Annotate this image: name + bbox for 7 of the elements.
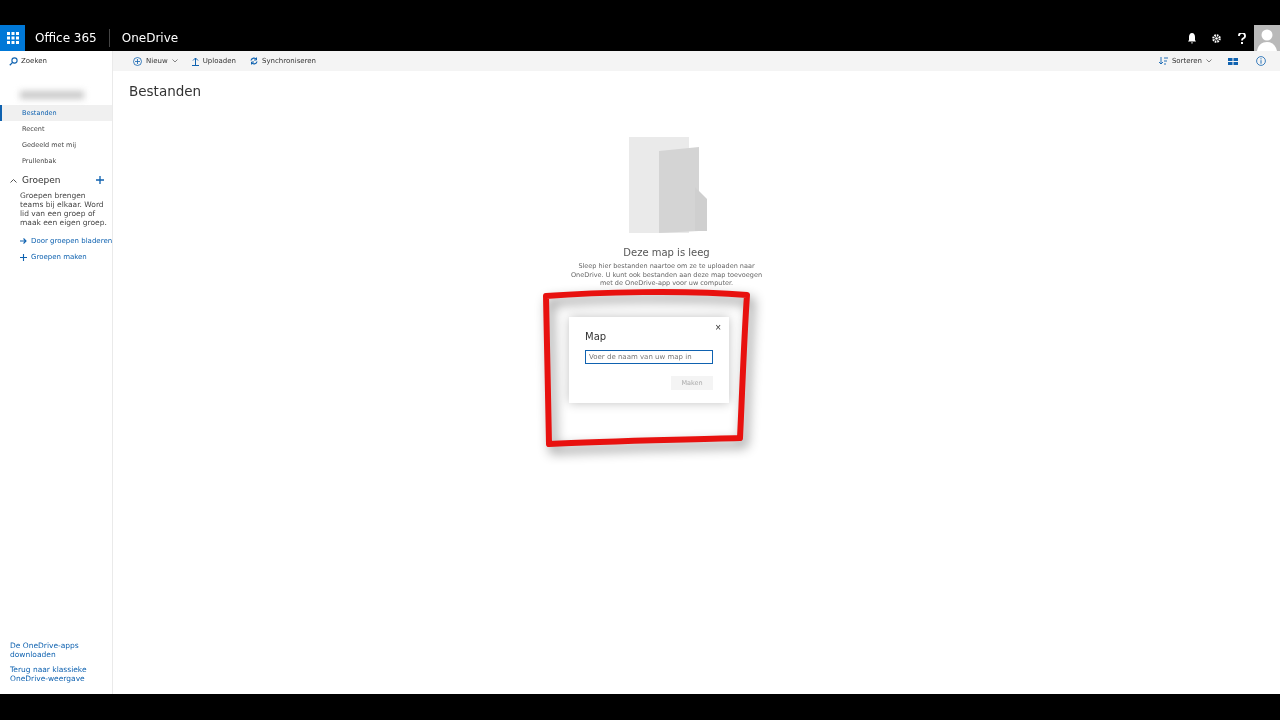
app-title[interactable]: OneDrive [109, 31, 191, 45]
empty-title: Deze map is leeg [623, 247, 710, 258]
close-button[interactable]: × [715, 323, 721, 333]
groups-heading: Groepen [22, 175, 61, 185]
dialog-title: Map [585, 331, 607, 342]
suite-title[interactable]: Office 365 [25, 29, 110, 47]
page-title: Bestanden [129, 83, 203, 99]
